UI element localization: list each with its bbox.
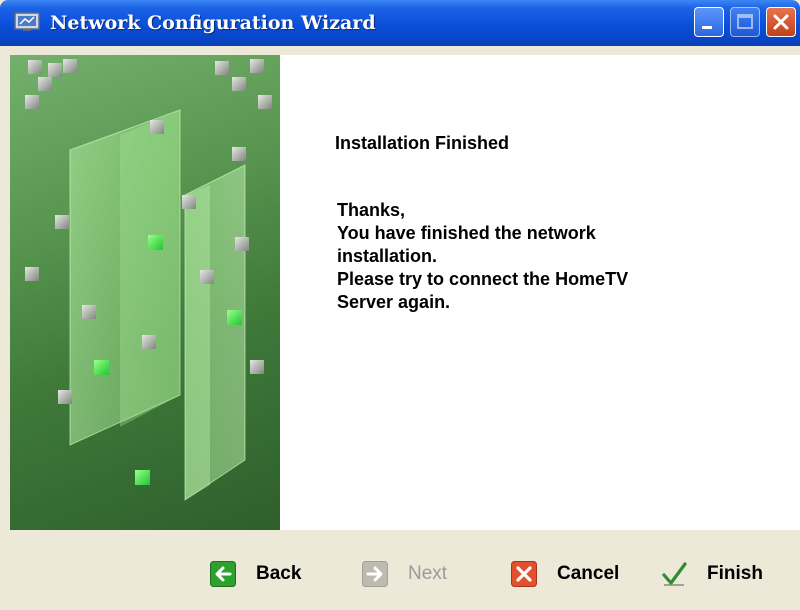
completion-message: Thanks, You have finished the network in… bbox=[337, 199, 757, 314]
finish-button[interactable]: Finish bbox=[661, 557, 763, 591]
cancel-button[interactable]: Cancel bbox=[511, 557, 619, 591]
checkmark-icon bbox=[662, 562, 687, 586]
wizard-window: Network Configuration Wizard Installatio… bbox=[0, 0, 800, 610]
minimize-icon bbox=[702, 26, 712, 29]
content-pane: Installation Finished Thanks, You have f… bbox=[280, 55, 800, 530]
glass-panels-graphic bbox=[25, 59, 272, 501]
close-icon bbox=[773, 14, 789, 30]
cancel-button-label: Cancel bbox=[557, 563, 620, 584]
finish-button-label: Finish bbox=[707, 563, 763, 584]
next-button-label: Next bbox=[408, 563, 448, 584]
arrow-left-icon bbox=[210, 561, 236, 587]
close-x-icon bbox=[511, 561, 537, 587]
wizard-button-bar: Back Next Cancel Finish bbox=[0, 530, 800, 610]
title-bar[interactable]: Network Configuration Wizard bbox=[0, 0, 800, 46]
app-icon bbox=[14, 12, 40, 31]
page-heading: Installation Finished bbox=[335, 133, 510, 153]
message-line: Thanks, bbox=[337, 200, 406, 220]
message-line: installation. bbox=[337, 246, 438, 266]
minimize-button[interactable] bbox=[694, 7, 724, 37]
maximize-button[interactable] bbox=[730, 7, 760, 37]
next-button[interactable]: Next bbox=[362, 557, 447, 591]
wizard-side-graphic bbox=[10, 55, 280, 530]
message-line: Server again. bbox=[337, 292, 451, 312]
message-line: You have finished the network bbox=[337, 223, 596, 243]
maximize-icon bbox=[737, 14, 753, 29]
arrow-right-icon bbox=[362, 561, 388, 587]
window-title: Network Configuration Wizard bbox=[50, 12, 376, 34]
message-line: Please try to connect the HomeTV bbox=[337, 269, 629, 289]
back-button[interactable]: Back bbox=[210, 557, 301, 591]
back-button-label: Back bbox=[256, 563, 302, 584]
close-button[interactable] bbox=[766, 7, 796, 37]
